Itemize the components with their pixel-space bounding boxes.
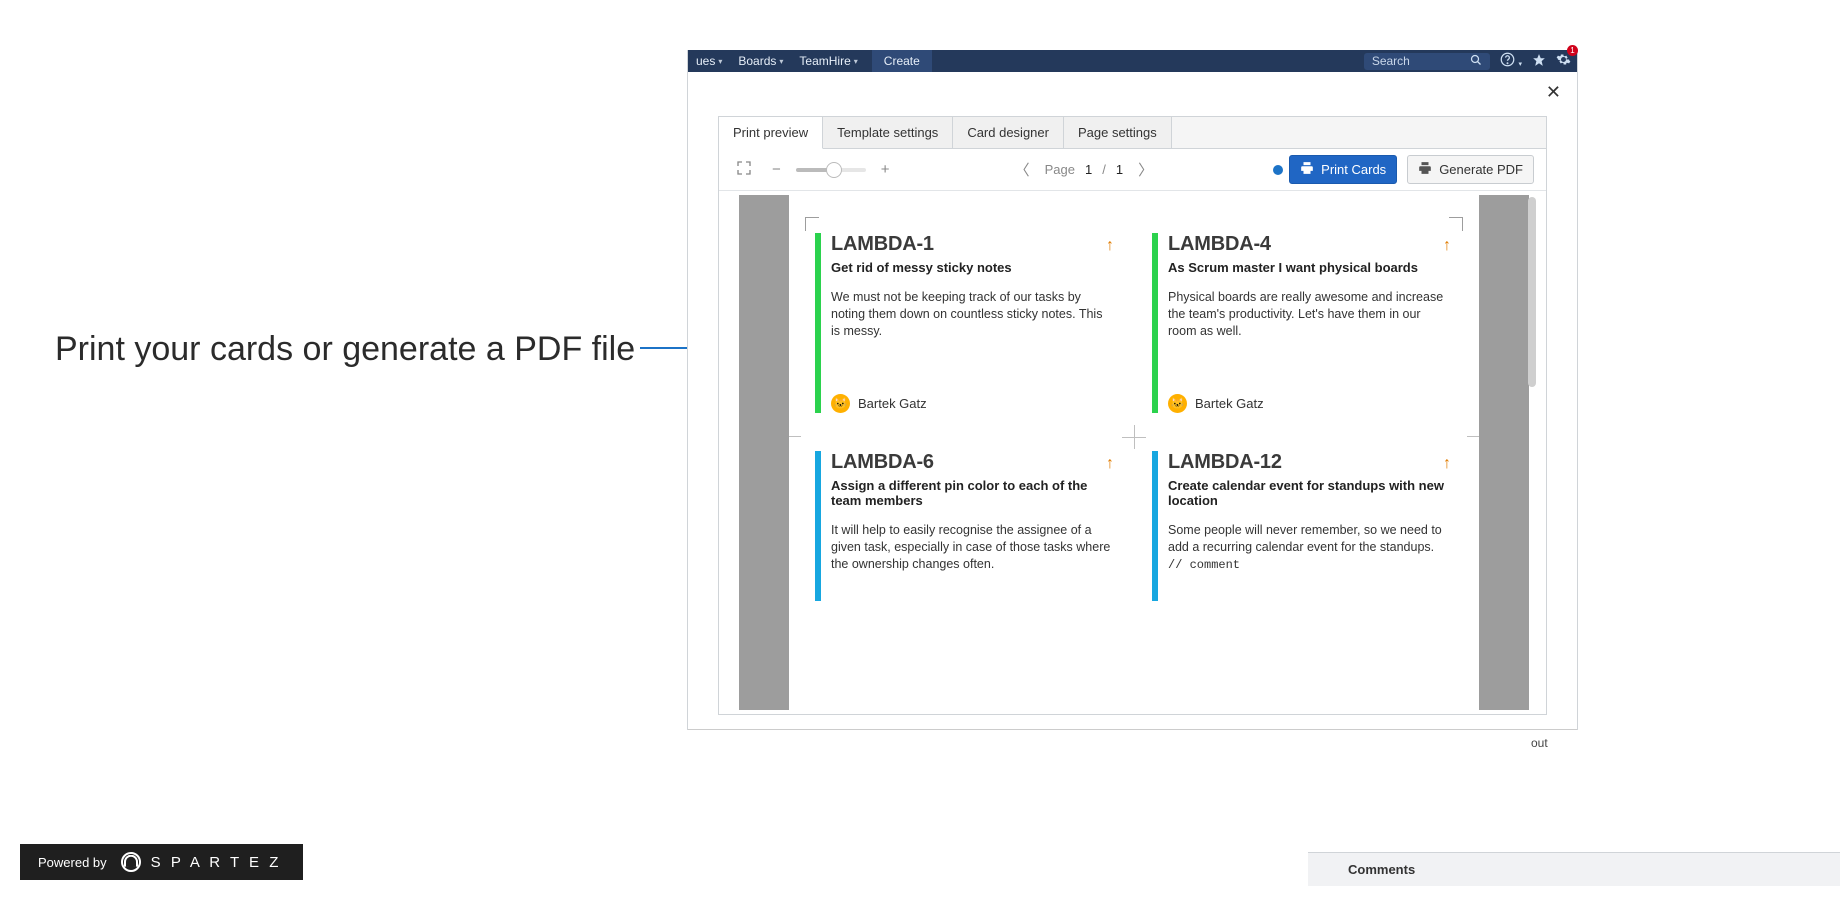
tab-card-designer[interactable]: Card designer	[953, 117, 1064, 148]
fullscreen-icon[interactable]	[731, 157, 757, 183]
zoom-slider[interactable]	[796, 168, 866, 172]
card-grid: ↑ LAMBDA-1 Get rid of messy sticky notes…	[815, 233, 1453, 601]
crop-mark-icon	[805, 217, 819, 231]
chevron-down-icon: ▾	[1518, 61, 1522, 68]
screenshot-window: ues▾ Boards▾ TeamHire▾ Create Search ▾ 1	[687, 50, 1578, 730]
card-desc: We must not be keeping track of our task…	[831, 289, 1114, 340]
nav-item-issues[interactable]: ues▾	[688, 50, 730, 72]
card-title: Assign a different pin color to each of …	[831, 478, 1114, 508]
callout-dot	[1273, 165, 1283, 175]
generate-pdf-button[interactable]: Generate PDF	[1407, 155, 1534, 184]
tab-page-settings[interactable]: Page settings	[1064, 117, 1172, 148]
page-label: Page	[1045, 162, 1075, 177]
nav-item-boards[interactable]: Boards▾	[730, 50, 791, 72]
page-current: 1	[1085, 162, 1092, 177]
printer-icon	[1418, 161, 1432, 178]
gear-icon[interactable]: 1	[1556, 52, 1571, 70]
priority-up-icon: ↑	[1443, 237, 1451, 255]
zoom-out-button[interactable]: −	[767, 158, 786, 181]
card-lambda-4: ↑ LAMBDA-4 As Scrum master I want physic…	[1152, 233, 1453, 413]
navbar-left: ues▾ Boards▾ TeamHire▾ Create	[688, 50, 932, 72]
scrollbar-thumb[interactable]	[1528, 197, 1536, 387]
preview-area: ↑ LAMBDA-1 Get rid of messy sticky notes…	[731, 195, 1538, 710]
card-lambda-1: ↑ LAMBDA-1 Get rid of messy sticky notes…	[815, 233, 1116, 413]
crop-mark-icon	[1449, 217, 1463, 231]
card-id: LAMBDA-12	[1168, 451, 1451, 474]
prev-page-button[interactable]: 〈	[1010, 156, 1035, 183]
zoom-in-button[interactable]: +	[876, 158, 895, 181]
card-title: Create calendar event for standups with …	[1168, 478, 1451, 508]
chevron-down-icon: ▾	[779, 57, 783, 66]
jira-navbar: ues▾ Boards▾ TeamHire▾ Create Search ▾ 1	[688, 50, 1577, 72]
powered-by-badge: Powered by S P A R T E Z	[20, 844, 303, 880]
avatar-icon: 🐱	[1168, 394, 1187, 413]
crop-mark-icon	[1467, 436, 1479, 437]
card-title: Get rid of messy sticky notes	[831, 260, 1114, 275]
card-id: LAMBDA-1	[831, 233, 1114, 256]
print-cards-button[interactable]: Print Cards	[1289, 155, 1397, 184]
comments-section-header[interactable]: Comments	[1308, 852, 1840, 886]
page-separator: /	[1102, 162, 1106, 177]
powered-by-prefix: Powered by	[38, 855, 107, 870]
print-cards-label: Print Cards	[1321, 162, 1386, 177]
next-page-button[interactable]: 〉	[1133, 156, 1158, 183]
chevron-down-icon: ▾	[854, 57, 858, 66]
tab-print-preview[interactable]: Print preview	[719, 117, 823, 149]
card-title: As Scrum master I want physical boards	[1168, 260, 1451, 275]
preview-page: ↑ LAMBDA-1 Get rid of messy sticky notes…	[789, 195, 1479, 710]
card-lambda-6: ↑ LAMBDA-6 Assign a different pin color …	[815, 451, 1116, 601]
notification-badge: 1	[1567, 45, 1578, 56]
avatar-icon: 🐱	[831, 394, 850, 413]
card-assignee: 🐱 Bartek Gatz	[1168, 394, 1264, 413]
print-modal: ✕ Print preview Template settings Card d…	[688, 72, 1577, 730]
marketing-caption: Print your cards or generate a PDF file	[55, 330, 635, 369]
create-button[interactable]: Create	[872, 50, 932, 72]
search-input[interactable]: Search	[1364, 53, 1490, 70]
star-icon[interactable]	[1532, 53, 1546, 70]
generate-pdf-label: Generate PDF	[1439, 162, 1523, 177]
page-navigator: 〈 Page 1 / 1 〉	[1010, 156, 1159, 183]
crop-mark-icon	[789, 436, 801, 437]
card-lambda-12: ↑ LAMBDA-12 Create calendar event for st…	[1152, 451, 1453, 601]
card-code: // comment	[1168, 558, 1240, 572]
card-desc: It will help to easily recognise the ass…	[831, 522, 1114, 573]
navbar-right: Search ▾ 1	[1364, 50, 1571, 72]
chevron-down-icon: ▾	[718, 57, 722, 66]
powered-by-brand: S P A R T E Z	[151, 854, 282, 871]
modal-tabs: Print preview Template settings Card des…	[719, 117, 1546, 149]
page-total: 1	[1116, 162, 1123, 177]
priority-up-icon: ↑	[1106, 455, 1114, 473]
printer-icon	[1300, 161, 1314, 178]
card-desc: Physical boards are really awesome and i…	[1168, 289, 1451, 340]
modal-body: Print preview Template settings Card des…	[718, 116, 1547, 715]
nav-item-teamhire[interactable]: TeamHire▾	[791, 50, 865, 72]
help-icon[interactable]: ▾	[1500, 52, 1522, 70]
priority-up-icon: ↑	[1443, 455, 1451, 473]
spartez-logo-icon	[121, 852, 141, 872]
card-desc: Some people will never remember, so we n…	[1168, 522, 1451, 573]
search-placeholder: Search	[1372, 54, 1410, 68]
preview-canvas[interactable]: ↑ LAMBDA-1 Get rid of messy sticky notes…	[739, 195, 1529, 710]
priority-up-icon: ↑	[1106, 237, 1114, 255]
vertical-scrollbar[interactable]	[1529, 195, 1538, 710]
card-id: LAMBDA-4	[1168, 233, 1451, 256]
search-icon	[1470, 54, 1482, 69]
preview-toolbar: − + 〈 Page 1 / 1 〉 Pri	[719, 149, 1546, 191]
crop-cross-icon	[1122, 425, 1146, 449]
card-assignee: 🐱 Bartek Gatz	[831, 394, 927, 413]
tab-template-settings[interactable]: Template settings	[823, 117, 953, 148]
card-id: LAMBDA-6	[831, 451, 1114, 474]
close-icon[interactable]: ✕	[1546, 82, 1561, 103]
